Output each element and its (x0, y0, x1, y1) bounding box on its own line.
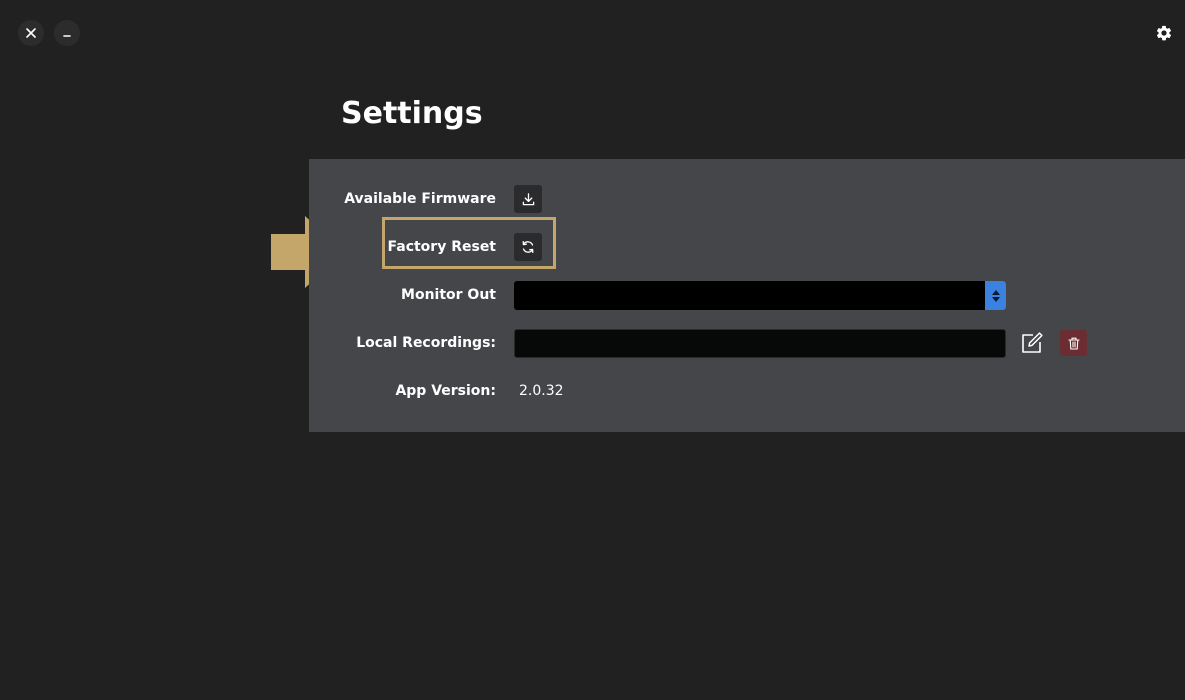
trash-icon (1067, 337, 1080, 350)
monitor-out-select[interactable] (514, 281, 1006, 310)
download-firmware-button[interactable] (514, 185, 542, 213)
monitor-out-label: Monitor Out (401, 287, 496, 303)
up-down-chevron-icon[interactable] (985, 281, 1006, 310)
refresh-icon (522, 240, 534, 254)
firmware-label: Available Firmware (344, 191, 496, 207)
close-icon (26, 28, 36, 38)
local-recordings-field[interactable] (514, 329, 1006, 358)
delete-recordings-button[interactable] (1060, 330, 1087, 356)
local-recordings-label: Local Recordings: (356, 335, 496, 351)
download-icon (522, 192, 534, 205)
page-title: Settings (341, 96, 483, 131)
factory-reset-button[interactable] (514, 233, 542, 261)
gear-icon[interactable] (1155, 24, 1173, 42)
close-button[interactable] (18, 20, 44, 46)
app-window: Settings Available Firmware Factory Rese… (0, 0, 1185, 700)
edit-icon[interactable] (1020, 331, 1044, 355)
minimize-icon (63, 35, 71, 37)
chevron-down-icon (991, 296, 1000, 302)
factory-reset-label: Factory Reset (387, 239, 497, 255)
app-version-value: 2.0.32 (519, 383, 564, 399)
minimize-button[interactable] (54, 20, 80, 46)
app-version-label: App Version: (395, 383, 496, 399)
chevron-up-icon (991, 289, 1000, 295)
settings-panel: Available Firmware Factory Reset Monitor… (309, 159, 1185, 432)
